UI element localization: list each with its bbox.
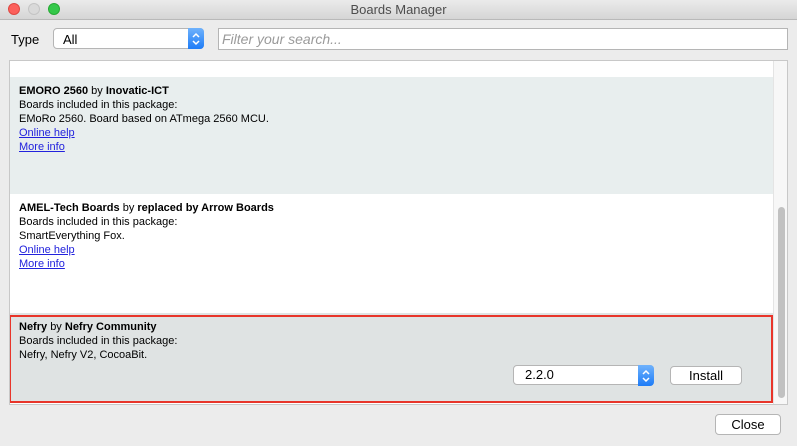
type-dropdown[interactable]: All (53, 28, 204, 49)
package-header: Nefry by Nefry Community (19, 320, 764, 334)
package-name: AMEL-Tech Boards (19, 202, 120, 214)
online-help-link[interactable]: Online help (19, 126, 75, 140)
scrollbar-thumb[interactable] (778, 207, 785, 398)
by-text: by (50, 321, 62, 333)
boards-list[interactable]: EMORO 2560 by Inovatic-ICT Boards includ… (9, 60, 788, 405)
boards-included: EMoRo 2560. Board based on ATmega 2560 M… (19, 113, 269, 125)
title-bar: Boards Manager (0, 0, 797, 20)
boards-included: SmartEverything Fox. (19, 230, 125, 242)
package-author: Nefry Community (64, 321, 157, 333)
list-item[interactable]: AMEL-Tech Boards by replaced by Arrow Bo… (10, 194, 773, 313)
package-name: Nefry (19, 321, 48, 333)
type-dropdown-value: All (63, 32, 78, 47)
list-item-selected[interactable]: Nefry by Nefry Community Boards included… (10, 313, 773, 403)
more-info-link[interactable]: More info (19, 257, 65, 271)
boards-included: Nefry, Nefry V2, CocoaBit. (19, 349, 148, 361)
package-author: Inovatic-ICT (105, 85, 169, 97)
by-text: by (122, 202, 135, 214)
dropdown-stepper-icon (638, 365, 654, 386)
install-button[interactable]: Install (670, 366, 742, 385)
included-label: Boards included in this package: (19, 335, 178, 347)
dropdown-stepper-icon (188, 28, 204, 49)
included-label: Boards included in this package: (19, 99, 178, 111)
by-text: by (91, 85, 103, 97)
package-header: EMORO 2560 by Inovatic-ICT (19, 84, 764, 98)
included-label: Boards included in this package: (19, 216, 178, 228)
more-info-link[interactable]: More info (19, 140, 65, 154)
online-help-link[interactable]: Online help (19, 243, 75, 257)
list-item[interactable] (10, 61, 773, 77)
close-button[interactable]: Close (715, 414, 781, 435)
package-name: EMORO 2560 (19, 85, 89, 97)
scrollbar[interactable] (773, 61, 787, 404)
type-label: Type (11, 32, 40, 47)
version-dropdown-value: 2.2.0 (525, 367, 554, 382)
package-author: replaced by Arrow Boards (137, 202, 274, 214)
list-item[interactable]: EMORO 2560 by Inovatic-ICT Boards includ… (10, 77, 773, 194)
package-header: AMEL-Tech Boards by replaced by Arrow Bo… (19, 201, 764, 215)
version-dropdown[interactable]: 2.2.0 (513, 365, 654, 386)
window-title: Boards Manager (350, 2, 447, 17)
search-input[interactable] (218, 28, 788, 50)
